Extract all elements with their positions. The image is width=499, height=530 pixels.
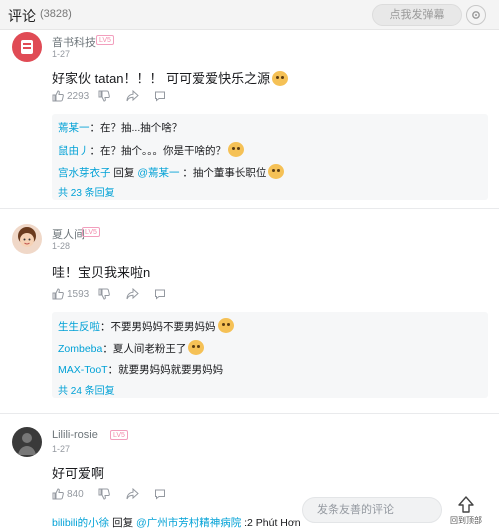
view-more-replies[interactable]: 共 24 条回复 — [58, 382, 115, 397]
thumbs-up-icon — [52, 488, 64, 500]
like-button[interactable]: 1593 — [52, 288, 89, 300]
emoji-icon — [188, 340, 205, 355]
comment-date: 1-27 — [52, 49, 71, 59]
level-badge: LV5 — [96, 35, 114, 45]
comment-date: 1-27 — [52, 444, 71, 454]
reply-item: 鼠由丿：在？抽个。。。你是干啥的？ — [58, 142, 244, 158]
divider — [0, 208, 499, 209]
comment-actions: 1593 — [52, 288, 252, 302]
comment-item: 夏人间 LV5 1-28 哇！宝贝我来啦n 1593 生生反啦：不要男妈妈不要男… — [0, 222, 499, 402]
mention-link[interactable]: @蔫某一 — [137, 167, 179, 179]
reply-list: 蔫某一：在？抽...抽个啥？ 鼠由丿：在？抽个。。。你是干啥的？ 宫水芽衣子 回… — [52, 114, 488, 200]
share-button[interactable] — [126, 288, 139, 300]
share-icon — [126, 488, 139, 500]
back-to-top-label: 回到顶部 — [450, 516, 482, 525]
dislike-button[interactable] — [98, 288, 110, 300]
reply-item: MAX-TooT：就要男妈妈就要男妈妈 — [58, 364, 224, 376]
reply-icon — [155, 289, 165, 300]
comment-text: 哇！宝贝我来啦n — [52, 265, 151, 280]
comment-item: 音书科技 LV5 1-27 好家伙 tatan！！！ 可可爱爱快乐之源 2293… — [0, 30, 499, 200]
share-icon — [126, 90, 139, 102]
danmaku-input[interactable]: 点我发弹幕 — [372, 4, 462, 26]
comment-actions: 840 — [52, 488, 252, 502]
reply-item: Zombeba：夏人间老粉王了 — [58, 340, 205, 356]
emoji-icon — [268, 164, 285, 179]
thumbs-down-icon — [98, 90, 110, 102]
reply-list: 生生反啦：不要男妈妈不要男妈妈 Zombeba：夏人间老粉王了 MAX-TooT… — [52, 312, 488, 398]
dislike-button[interactable] — [98, 488, 110, 500]
share-button[interactable] — [126, 90, 139, 102]
reply-button[interactable] — [154, 90, 166, 102]
reply-preview: bilibili的小徐 回复 @广州市芳村精神病院 :2 Phút Hơn — [52, 517, 301, 529]
emoji-icon — [217, 318, 234, 333]
avatar[interactable] — [12, 32, 42, 62]
level-badge: LV5 — [82, 227, 100, 237]
dislike-button[interactable] — [98, 90, 110, 102]
reply-username[interactable]: 鼠由丿 — [58, 145, 90, 157]
comments-header: 评论 (3828) 点我发弹幕 — [0, 0, 499, 30]
comment-username[interactable]: 音书科技 — [52, 34, 96, 50]
comment-date: 1-28 — [52, 241, 71, 251]
avatar[interactable] — [12, 427, 42, 457]
comment-actions: 2293 — [52, 90, 252, 104]
thumbs-down-icon — [98, 288, 110, 300]
like-button[interactable]: 2293 — [52, 90, 89, 102]
reply-item: 生生反啦：不要男妈妈不要男妈妈 — [58, 318, 234, 334]
mention-link[interactable]: @广州市芳村精神病院 — [136, 517, 241, 529]
reply-icon — [155, 489, 165, 500]
reply-username[interactable]: 蔫某一 — [58, 122, 90, 134]
comment-item: Lilili-rosie LV5 1-27 好可爱啊 840 — [0, 425, 499, 505]
reply-button[interactable] — [154, 288, 166, 300]
reply-item: 宫水芽衣子 回复 @蔫某一 ：抽个董事长职位 — [58, 164, 285, 180]
like-count: 1593 — [67, 288, 90, 300]
settings-icon[interactable] — [466, 5, 486, 25]
reply-username[interactable]: bilibili的小徐 — [52, 517, 109, 529]
emoji-icon — [272, 71, 289, 86]
thumbs-down-icon — [98, 488, 110, 500]
comment-username[interactable]: Lilili-rosie — [52, 429, 98, 441]
share-icon — [126, 288, 139, 300]
reply-button[interactable] — [154, 488, 166, 500]
reply-username[interactable]: 生生反啦 — [58, 321, 100, 333]
like-count: 2293 — [67, 90, 90, 102]
back-to-top-button[interactable]: 回到顶部 — [446, 493, 486, 527]
level-badge: LV5 — [110, 430, 128, 440]
like-count: 840 — [67, 488, 84, 500]
like-button[interactable]: 840 — [52, 488, 84, 500]
comments-title: 评论 — [8, 8, 36, 24]
reply-icon — [155, 91, 165, 102]
reply-username[interactable]: 宫水芽衣子 — [58, 167, 111, 179]
reply-item: 蔫某一：在？抽...抽个啥？ — [58, 122, 183, 134]
arrow-up-icon — [458, 496, 474, 513]
avatar[interactable] — [12, 224, 42, 254]
comment-text: 好可爱啊 — [52, 466, 105, 481]
comments-count: (3828) — [40, 8, 72, 20]
comment-input[interactable]: 发条友善的评论 — [302, 497, 442, 523]
reply-username[interactable]: Zombeba — [58, 343, 102, 355]
divider — [0, 413, 499, 414]
reply-username[interactable]: MAX-TooT — [58, 364, 108, 376]
thumbs-up-icon — [52, 90, 64, 102]
comment-username[interactable]: 夏人间 — [52, 226, 85, 242]
view-more-replies[interactable]: 共 23 条回复 — [58, 184, 115, 199]
share-button[interactable] — [126, 488, 139, 500]
emoji-icon — [228, 142, 244, 157]
thumbs-up-icon — [52, 288, 64, 300]
comment-text: 好家伙 tatan！！！ 可可爱爱快乐之源 — [52, 68, 289, 87]
